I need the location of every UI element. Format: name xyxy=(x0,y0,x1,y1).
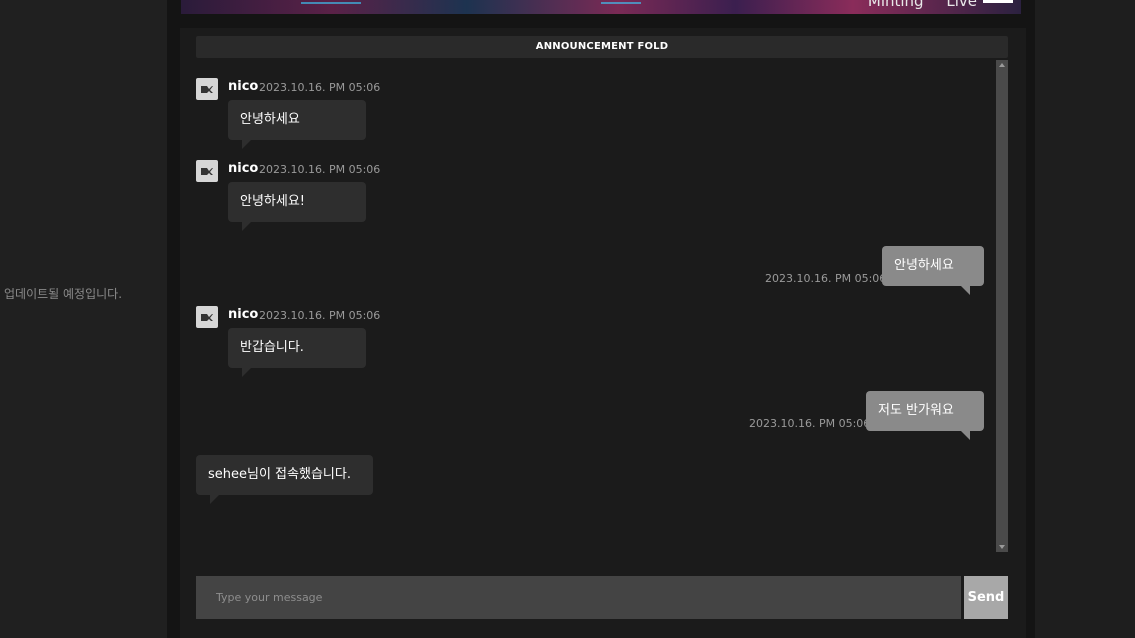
scroll-up-icon[interactable] xyxy=(999,63,1005,67)
avatar-icon xyxy=(196,306,218,328)
chat-box: ANNOUNCEMENT FOLD nico 2023.10.16. PM 05… xyxy=(180,28,1026,638)
message-bubble: 안녕하세요! xyxy=(228,182,366,231)
message-time: 2023.10.16. PM 05:06 xyxy=(765,272,887,285)
message-bubble: 안녕하세요 xyxy=(228,100,366,149)
menu-icon[interactable] xyxy=(983,0,1013,8)
chat-column: Minting Live ANNOUNCEMENT FOLD nico 2023… xyxy=(167,0,1035,638)
message-time: 2023.10.16. PM 05:06 xyxy=(259,163,381,176)
nav-live[interactable]: Live xyxy=(946,0,977,10)
sender-name: nico xyxy=(228,79,259,94)
system-message: sehee님이 접속했습니다. xyxy=(196,455,373,504)
right-panel xyxy=(1035,0,1135,638)
announcement-fold-button[interactable]: ANNOUNCEMENT FOLD xyxy=(196,36,1008,58)
my-message-bubble: 안녕하세요 xyxy=(882,246,984,295)
update-notice: 업데이트될 예정입니다. xyxy=(4,287,123,301)
message-list: nico 2023.10.16. PM 05:06 안녕하세요 nico 202… xyxy=(196,60,996,552)
message-input[interactable] xyxy=(196,576,961,619)
nav-minting[interactable]: Minting xyxy=(868,0,924,10)
send-button[interactable]: Send xyxy=(964,576,1008,619)
header-nav: Minting Live xyxy=(850,0,977,10)
message-time: 2023.10.16. PM 05:06 xyxy=(259,309,381,322)
message-bubble: 반갑습니다. xyxy=(228,328,366,377)
sender-name: nico xyxy=(228,307,259,322)
header-banner: Minting Live xyxy=(181,0,1021,14)
avatar-icon xyxy=(196,160,218,182)
message-time: 2023.10.16. PM 05:06 xyxy=(749,417,871,430)
left-panel: 업데이트될 예정입니다. xyxy=(0,0,167,638)
my-message-bubble: 저도 반가워요 xyxy=(866,391,984,440)
chat-scrollbar[interactable] xyxy=(996,60,1008,552)
avatar-icon xyxy=(196,78,218,100)
scroll-down-icon[interactable] xyxy=(999,545,1005,549)
sender-name: nico xyxy=(228,161,259,176)
message-composer: Send xyxy=(196,576,1008,619)
message-time: 2023.10.16. PM 05:06 xyxy=(259,81,381,94)
